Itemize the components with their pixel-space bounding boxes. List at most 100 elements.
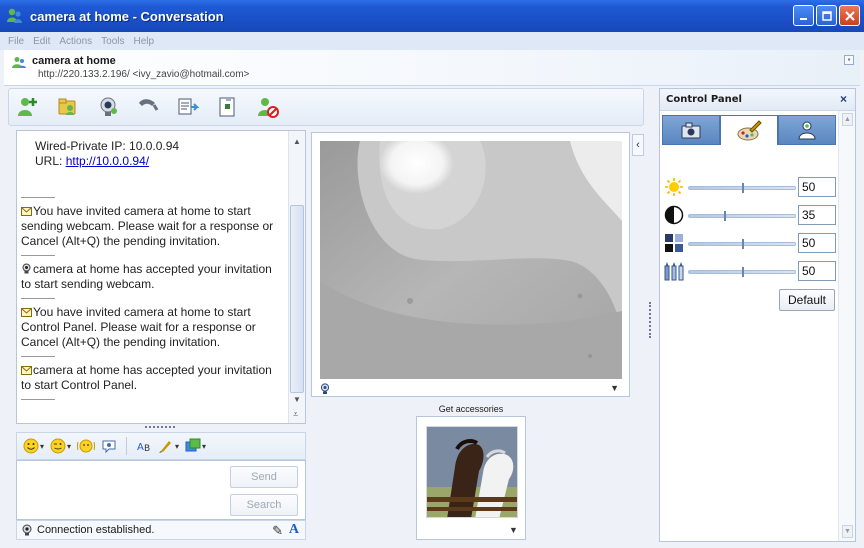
menu-tools[interactable]: Tools	[101, 36, 124, 47]
block-button[interactable]	[255, 94, 281, 120]
connection-status-icon	[22, 524, 32, 536]
message-separator	[21, 298, 55, 299]
scroll-end-icon[interactable]: ⩡	[293, 409, 298, 420]
saturation-slider-row: 50	[664, 261, 836, 281]
envelope-icon	[21, 207, 32, 216]
conversation-toolbar	[8, 88, 644, 126]
block-icon	[258, 98, 279, 118]
minimize-icon	[799, 17, 807, 20]
menu-file[interactable]: File	[8, 36, 24, 47]
control-panel-tabs	[662, 115, 836, 145]
picture-options-dropdown[interactable]: ▼	[509, 525, 518, 535]
send-button[interactable]: Send	[230, 466, 298, 488]
default-button[interactable]: Default	[779, 289, 835, 311]
handwriting-icon[interactable]: ✎	[272, 523, 283, 539]
control-panel-close-button[interactable]: ×	[840, 92, 847, 106]
background-button[interactable]: ▾	[158, 438, 179, 454]
control-panel-title: Control Panel	[666, 94, 742, 105]
contrast-value[interactable]: 35	[798, 205, 836, 225]
messenger-icon	[7, 8, 22, 23]
control-panel-scrollbar[interactable]: ▲ ▼	[838, 111, 855, 541]
send-files-button[interactable]	[55, 94, 81, 120]
message-item: You have invited camera at home to start…	[21, 305, 281, 350]
envelope-icon	[21, 366, 32, 375]
tab-user[interactable]	[778, 115, 836, 145]
call-icon	[139, 99, 159, 111]
user-icon	[798, 121, 816, 140]
ip-address-text: Wired-Private IP: 10.0.0.94	[35, 139, 180, 153]
text-mode-icon[interactable]: A	[289, 522, 299, 538]
tab-camera[interactable]	[662, 115, 720, 145]
maximize-button[interactable]	[816, 5, 837, 26]
url-link[interactable]: http://10.0.0.94/	[66, 154, 149, 168]
webcam-small-icon	[22, 263, 31, 274]
scroll-up-icon[interactable]: ▲	[842, 113, 853, 126]
paint-brush-icon	[737, 119, 762, 140]
url-line: URL: http://10.0.0.94/	[21, 154, 281, 169]
horses-picture	[427, 427, 517, 517]
contrast-icon	[664, 205, 684, 225]
webcam-status-icon	[320, 383, 330, 394]
minimize-button[interactable]	[793, 5, 814, 26]
activities-button[interactable]	[215, 94, 241, 120]
envelope-icon	[21, 308, 32, 317]
contrast-slider[interactable]	[688, 214, 796, 218]
collapse-header-button[interactable]: ▪	[844, 55, 854, 65]
share-button[interactable]	[175, 94, 201, 120]
get-accessories-label[interactable]: Get accessories	[416, 404, 526, 414]
close-button[interactable]	[839, 5, 860, 26]
nudge-button[interactable]	[77, 438, 96, 454]
message-separator	[21, 399, 55, 400]
share-icon	[178, 98, 200, 115]
scroll-down-icon[interactable]: ▼	[842, 525, 853, 538]
invite-contact-button[interactable]	[15, 94, 41, 120]
webcam-button[interactable]	[95, 94, 121, 120]
menu-help[interactable]: Help	[134, 36, 155, 47]
webcam-panel: ▼	[311, 132, 630, 397]
emoticon-button[interactable]: ▾	[23, 438, 44, 454]
voice-clip-icon	[102, 440, 116, 454]
resize-grip[interactable]	[145, 426, 175, 429]
color-slider-thumb[interactable]	[742, 239, 744, 249]
status-text: Connection established.	[37, 524, 155, 536]
brightness-value[interactable]: 50	[798, 177, 836, 197]
brightness-slider-thumb[interactable]	[742, 183, 744, 193]
brightness-icon	[665, 178, 683, 196]
voice-clip-button[interactable]	[101, 438, 117, 454]
history-scrollbar[interactable]: ▲ ▼ ⩡	[288, 131, 305, 423]
contact-status-icon	[12, 57, 26, 68]
display-picture[interactable]	[426, 426, 518, 518]
message-item: camera at home has accepted your invitat…	[21, 363, 281, 393]
collapse-panel-button[interactable]: ‹	[632, 134, 644, 156]
font-button[interactable]: AB	[136, 438, 152, 454]
close-icon	[844, 10, 855, 21]
scroll-down-icon[interactable]: ▼	[293, 395, 301, 404]
smiley-icon	[23, 438, 39, 454]
resize-grip-vertical[interactable]	[649, 302, 652, 338]
scrollbar-thumb[interactable]	[290, 205, 304, 393]
url-label: URL:	[35, 154, 66, 168]
color-value[interactable]: 50	[798, 233, 836, 253]
conversation-history[interactable]: Wired-Private IP: 10.0.0.94 URL: http://…	[16, 130, 306, 424]
contrast-slider-thumb[interactable]	[724, 211, 726, 221]
brightness-slider-row: 50	[664, 177, 836, 197]
scroll-up-icon[interactable]: ▲	[293, 137, 301, 146]
saturation-icon	[664, 262, 684, 281]
webcam-icon	[100, 97, 117, 116]
saturation-value[interactable]: 50	[798, 261, 836, 281]
menu-actions[interactable]: Actions	[59, 36, 92, 47]
webcam-options-dropdown[interactable]: ▼	[610, 383, 619, 393]
message-text: camera at home has accepted your invitat…	[21, 363, 272, 392]
contact-header: camera at home http://220.133.2.196/ <iv…	[4, 50, 860, 86]
message-separator	[21, 255, 55, 256]
menu-edit[interactable]: Edit	[33, 36, 50, 47]
call-button[interactable]	[135, 94, 161, 120]
search-button[interactable]: Search	[230, 494, 298, 516]
wink-button[interactable]: ▾	[50, 438, 71, 454]
wallpaper-button[interactable]: ▾	[185, 438, 206, 454]
title-bar: camera at home - Conversation	[0, 0, 864, 32]
saturation-slider-thumb[interactable]	[742, 267, 744, 277]
message-item: camera at home has accepted your invitat…	[21, 262, 281, 292]
tab-image-settings[interactable]	[720, 115, 778, 145]
message-item: You have invited camera at home to start…	[21, 204, 281, 249]
